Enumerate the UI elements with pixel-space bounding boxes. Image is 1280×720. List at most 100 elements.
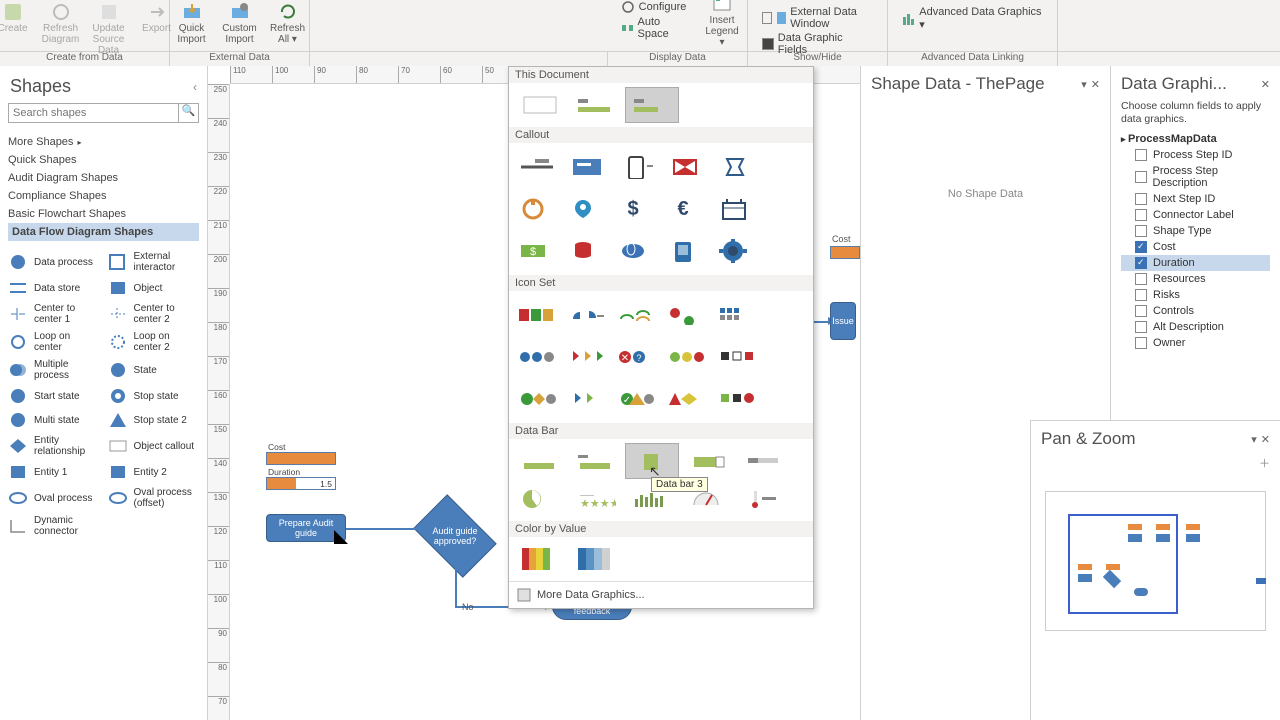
stencil-item[interactable]: Entity 1 (6, 461, 102, 483)
pan-zoom-view[interactable] (1045, 491, 1266, 631)
search-icon[interactable]: 🔍 (179, 103, 199, 123)
gallery-item[interactable] (737, 443, 791, 479)
gallery-item[interactable] (663, 295, 711, 335)
gallery-item[interactable] (513, 541, 567, 577)
more-shapes-link[interactable]: More Shapes▸ (8, 133, 199, 151)
field-checkbox[interactable]: Process Step Description (1121, 163, 1270, 191)
quick-shapes-link[interactable]: Quick Shapes (8, 151, 199, 169)
gallery-item[interactable]: ✕? (613, 337, 661, 377)
refresh-diagram-button[interactable]: Refresh Diagram (39, 0, 83, 45)
gallery-item[interactable] (563, 295, 611, 335)
tree-root[interactable]: ProcessMapData (1121, 131, 1270, 147)
gallery-item[interactable] (613, 147, 661, 187)
update-source-button[interactable]: Update Source Data (87, 0, 131, 56)
gallery-item[interactable] (625, 87, 679, 123)
gallery-item[interactable] (513, 189, 561, 229)
field-checkbox[interactable]: Next Step ID (1121, 191, 1270, 207)
field-checkbox[interactable]: Risks (1121, 287, 1270, 303)
stencil-item[interactable]: Center to center 2 (106, 301, 202, 327)
gallery-item[interactable]: $ (613, 189, 661, 229)
advanced-data-graphics-button[interactable]: Advanced Data Graphics ▾ (902, 6, 1043, 31)
stencil-item[interactable]: External interactor (106, 249, 202, 275)
gallery-item[interactable] (713, 147, 761, 187)
gallery-item[interactable] (625, 443, 679, 479)
field-checkbox[interactable]: Controls (1121, 303, 1270, 319)
panel-dropdown-icon[interactable]: ▾ (1081, 78, 1087, 91)
zoom-in-icon[interactable]: ＋ (1259, 458, 1270, 470)
gallery-item[interactable] (513, 87, 567, 123)
create-button[interactable]: Create (0, 0, 35, 34)
stencil-item[interactable]: Data store (6, 277, 102, 299)
gallery-item[interactable] (563, 231, 611, 271)
field-checkbox[interactable]: Process Step ID (1121, 147, 1270, 163)
stencil-item[interactable]: Entity relationship (6, 433, 102, 459)
gallery-item[interactable] (513, 481, 567, 517)
gallery-item[interactable]: € (663, 189, 711, 229)
gallery-item[interactable] (663, 231, 711, 271)
field-checkbox[interactable]: Cost (1121, 239, 1270, 255)
field-checkbox[interactable]: Shape Type (1121, 223, 1270, 239)
stencil-item[interactable]: Stop state (106, 385, 202, 407)
data-flow-diagram-link[interactable]: Data Flow Diagram Shapes (8, 223, 199, 241)
stencil-item[interactable]: Loop on center 2 (106, 329, 202, 355)
panel-dropdown-icon[interactable]: ▾ (1251, 433, 1257, 446)
gallery-item[interactable] (713, 379, 761, 419)
external-data-window-toggle[interactable]: External Data Window (762, 6, 873, 30)
gallery-item[interactable] (563, 379, 611, 419)
data-graphic-fields-toggle[interactable]: Data Graphic Fields (762, 32, 873, 56)
auto-space-button[interactable]: Auto Space (621, 16, 690, 40)
gallery-item[interactable] (713, 231, 761, 271)
gallery-item[interactable] (613, 295, 661, 335)
gallery-item[interactable] (681, 443, 735, 479)
stencil-item[interactable]: Start state (6, 385, 102, 407)
configure-button[interactable]: Configure (621, 0, 690, 14)
stencil-item[interactable]: Loop on center (6, 329, 102, 355)
gallery-item[interactable] (663, 147, 711, 187)
custom-import-button[interactable]: Custom Import (218, 0, 262, 45)
more-data-graphics-button[interactable]: More Data Graphics... (509, 581, 813, 608)
field-checkbox[interactable]: Resources (1121, 271, 1270, 287)
gallery-item[interactable] (569, 443, 623, 479)
stencil-item[interactable]: Data process (6, 249, 102, 275)
gallery-item[interactable] (513, 337, 561, 377)
refresh-all-button[interactable]: Refresh All ▾ (266, 0, 310, 45)
stencil-item[interactable]: Stop state 2 (106, 409, 202, 431)
stencil-item[interactable]: Object (106, 277, 202, 299)
stencil-item[interactable]: Entity 2 (106, 461, 202, 483)
field-checkbox[interactable]: Duration (1121, 255, 1270, 271)
gallery-item[interactable] (563, 337, 611, 377)
gallery-item[interactable] (513, 295, 561, 335)
search-shapes-input[interactable] (8, 103, 179, 123)
export-button[interactable]: Export (135, 0, 179, 34)
gallery-item[interactable]: ——★★★★ (569, 481, 623, 517)
collapse-shapes-icon[interactable]: ‹ (193, 80, 197, 94)
gallery-item[interactable] (513, 147, 561, 187)
field-checkbox[interactable]: Alt Description (1121, 319, 1270, 335)
gallery-item[interactable] (563, 147, 611, 187)
gallery-item[interactable] (569, 541, 623, 577)
gallery-item[interactable] (737, 481, 791, 517)
gallery-item[interactable] (663, 337, 711, 377)
stencil-item[interactable]: Center to center 1 (6, 301, 102, 327)
stencil-item[interactable]: Multiple process (6, 357, 102, 383)
gallery-item[interactable] (713, 189, 761, 229)
audit-diagram-link[interactable]: Audit Diagram Shapes (8, 169, 199, 187)
gallery-item[interactable] (663, 379, 711, 419)
gallery-item[interactable]: $ (513, 231, 561, 271)
flowchart-node[interactable]: Issue (830, 302, 856, 340)
stencil-item[interactable]: Oval process (offset) (106, 485, 202, 511)
gallery-item[interactable] (569, 87, 623, 123)
gallery-item[interactable] (513, 443, 567, 479)
stencil-item[interactable]: Oval process (6, 485, 102, 511)
gallery-item[interactable] (513, 379, 561, 419)
gallery-item[interactable] (713, 295, 761, 335)
close-icon[interactable]: ✕ (1091, 78, 1100, 91)
stencil-item[interactable]: Dynamic connector (6, 513, 102, 539)
stencil-item[interactable]: State (106, 357, 202, 383)
basic-flowchart-link[interactable]: Basic Flowchart Shapes (8, 205, 199, 223)
gallery-item[interactable] (613, 231, 661, 271)
insert-legend-button[interactable]: Insert Legend ▾ (702, 0, 743, 48)
gallery-item[interactable] (563, 189, 611, 229)
stencil-item[interactable]: Object callout (106, 433, 202, 459)
field-checkbox[interactable]: Connector Label (1121, 207, 1270, 223)
